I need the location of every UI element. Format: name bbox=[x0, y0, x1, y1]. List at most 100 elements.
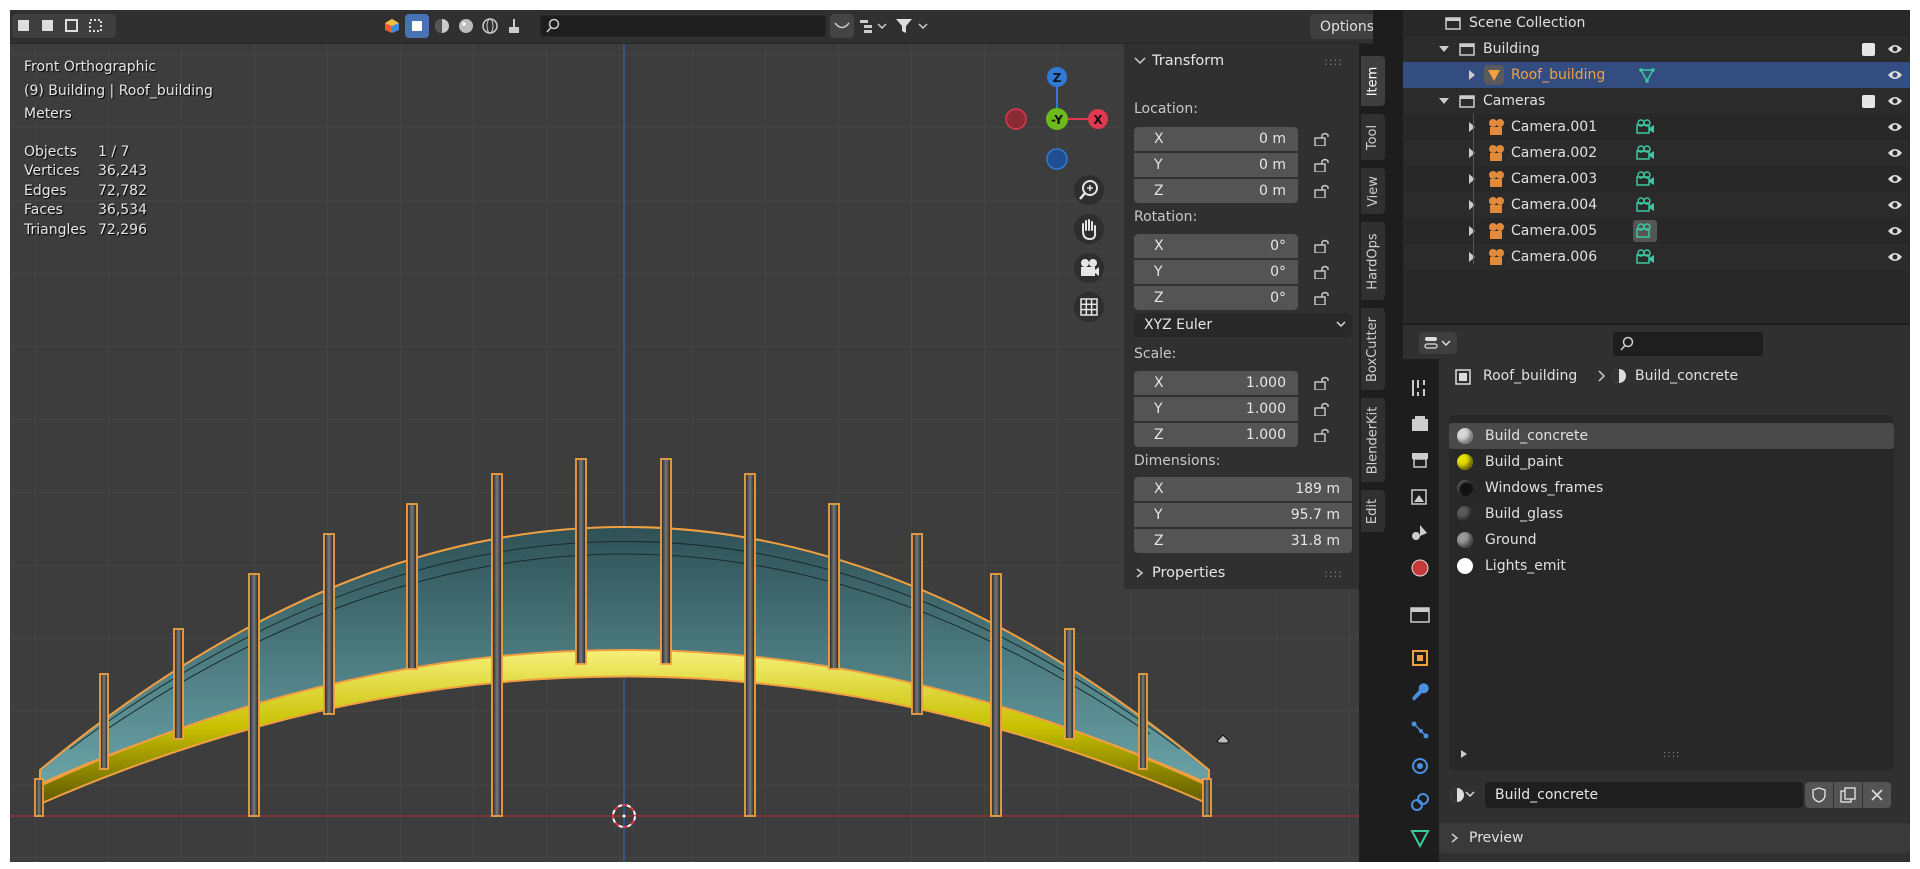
material-browse-button[interactable] bbox=[1449, 782, 1483, 808]
material-slot-build-glass[interactable]: Build_glass bbox=[1449, 501, 1894, 527]
eye-icon[interactable] bbox=[1887, 225, 1903, 237]
rotation-mode-select[interactable]: XYZ Euler bbox=[1134, 313, 1352, 337]
options-button[interactable]: Options bbox=[1310, 14, 1373, 39]
world-icon[interactable] bbox=[1409, 557, 1431, 579]
eye-icon[interactable] bbox=[1887, 199, 1903, 211]
material-slot-list[interactable]: Build_concrete Build_paint Windows_frame… bbox=[1449, 415, 1894, 770]
lock-icon[interactable] bbox=[1314, 265, 1332, 279]
outliner-collection-cameras[interactable]: Cameras bbox=[1403, 88, 1910, 114]
lock-icon[interactable] bbox=[1314, 158, 1332, 172]
lock-icon[interactable] bbox=[1314, 376, 1332, 390]
properties-panel-header[interactable]: Properties :::: bbox=[1124, 558, 1359, 588]
output-icon[interactable] bbox=[1409, 449, 1431, 471]
brush-icon[interactable] bbox=[502, 14, 526, 38]
outliner-collection-building[interactable]: Building bbox=[1403, 36, 1910, 62]
tab-hardops[interactable]: HardOps bbox=[1361, 222, 1385, 300]
lock-icon[interactable] bbox=[1314, 184, 1332, 198]
scale-y-field[interactable]: Y 1.000 bbox=[1134, 397, 1298, 421]
properties-search-input[interactable] bbox=[1613, 332, 1763, 356]
rotation-x-field[interactable]: X 0° bbox=[1134, 234, 1298, 258]
outliner-camera-006[interactable]: Camera.006 bbox=[1403, 244, 1910, 270]
unlink-material-button[interactable] bbox=[1863, 782, 1891, 808]
material-slot-build-paint[interactable]: Build_paint bbox=[1449, 449, 1894, 475]
viewport-shading-color-icon[interactable] bbox=[380, 14, 404, 38]
resize-handle-icon[interactable]: :::: bbox=[1663, 749, 1680, 760]
eye-icon[interactable] bbox=[1887, 69, 1903, 81]
tab-edit[interactable]: Edit bbox=[1361, 490, 1385, 532]
rotation-y-field[interactable]: Y 0° bbox=[1134, 260, 1298, 284]
material-slot-ground[interactable]: Ground bbox=[1449, 527, 1894, 553]
area-separator[interactable] bbox=[1387, 10, 1403, 862]
location-x-field[interactable]: X0 m bbox=[1134, 127, 1298, 151]
rotation-z-field[interactable]: Z 0° bbox=[1134, 286, 1298, 310]
tab-view[interactable]: View bbox=[1361, 168, 1385, 214]
physics-icon[interactable] bbox=[1409, 755, 1431, 777]
shading-solid-button[interactable] bbox=[405, 14, 429, 38]
lock-icon[interactable] bbox=[1314, 239, 1332, 253]
eye-icon[interactable] bbox=[1887, 147, 1903, 159]
checkbox-checked-icon[interactable] bbox=[1862, 94, 1875, 108]
collection-icon[interactable] bbox=[1409, 603, 1431, 625]
transform-panel-header[interactable]: Transform :::: bbox=[1124, 46, 1359, 76]
outliner-scene-collection[interactable]: Scene Collection bbox=[1403, 10, 1910, 36]
constraints-icon[interactable] bbox=[1409, 791, 1431, 813]
selection-mode-group[interactable] bbox=[12, 14, 116, 38]
eye-icon[interactable] bbox=[1887, 173, 1903, 185]
tab-blenderkit[interactable]: BlenderKit bbox=[1361, 398, 1385, 482]
outliner-camera-003[interactable]: Camera.003 bbox=[1403, 166, 1910, 192]
lock-icon[interactable] bbox=[1314, 428, 1332, 442]
modifier-wrench-icon[interactable] bbox=[1409, 683, 1431, 705]
shading-rendered-icon[interactable] bbox=[454, 14, 478, 38]
lock-icon[interactable] bbox=[1314, 132, 1332, 146]
curve-falloff-icon[interactable] bbox=[830, 14, 854, 38]
view-layer-icon[interactable] bbox=[1409, 485, 1431, 507]
material-slot-windows-frames[interactable]: Windows_frames bbox=[1449, 475, 1894, 501]
material-slot-build-concrete[interactable]: Build_concrete bbox=[1449, 423, 1894, 449]
duplicate-material-button[interactable] bbox=[1834, 782, 1862, 808]
hierarchy-icon[interactable] bbox=[856, 14, 890, 38]
dimensions-x-field[interactable]: X 189 m bbox=[1134, 477, 1352, 501]
scale-x-field[interactable]: X 1.000 bbox=[1134, 371, 1298, 395]
material-name-field[interactable]: Build_concrete bbox=[1485, 782, 1803, 808]
lock-icon[interactable] bbox=[1314, 402, 1332, 416]
checkbox-checked-icon[interactable] bbox=[1862, 42, 1875, 56]
dimensions-y-field[interactable]: Y 95.7 m bbox=[1134, 503, 1352, 527]
zoom-button[interactable] bbox=[1074, 175, 1104, 205]
ortho-toggle-button[interactable] bbox=[1074, 292, 1104, 322]
scene-icon[interactable] bbox=[1409, 521, 1431, 543]
camera-view-button[interactable] bbox=[1074, 253, 1104, 283]
shading-material-icon[interactable] bbox=[430, 14, 454, 38]
tab-tool[interactable]: Tool bbox=[1361, 114, 1385, 160]
viewport-search-input[interactable] bbox=[540, 15, 826, 37]
filter-icon[interactable] bbox=[892, 14, 932, 38]
outliner-camera-001[interactable]: Camera.001 bbox=[1403, 114, 1910, 140]
tab-boxcutter[interactable]: BoxCutter bbox=[1361, 308, 1385, 390]
pan-button[interactable] bbox=[1074, 214, 1104, 244]
mesh-data-icon[interactable] bbox=[1409, 827, 1431, 849]
tab-item[interactable]: Item bbox=[1361, 56, 1385, 106]
particles-icon[interactable] bbox=[1409, 719, 1431, 741]
location-z-field[interactable]: Z0 m bbox=[1134, 179, 1298, 203]
render-icon[interactable] bbox=[1409, 413, 1431, 435]
globe-icon[interactable] bbox=[478, 14, 502, 38]
object-icon[interactable] bbox=[1409, 647, 1431, 669]
dimensions-z-field[interactable]: Z 31.8 m bbox=[1134, 529, 1352, 553]
outliner-camera-002[interactable]: Camera.002 bbox=[1403, 140, 1910, 166]
3d-viewport[interactable]: Options Front Orthographic (9) Building … bbox=[10, 10, 1373, 862]
tool-settings-icon[interactable] bbox=[1409, 377, 1431, 399]
eye-icon[interactable] bbox=[1887, 121, 1903, 133]
location-y-field[interactable]: Y0 m bbox=[1134, 153, 1298, 177]
navigation-gizmo[interactable]: Z X -Y bbox=[990, 55, 1130, 175]
outliner-object-roof-building[interactable]: Roof_building bbox=[1403, 62, 1910, 88]
eye-icon[interactable] bbox=[1887, 43, 1903, 55]
breadcrumb-object[interactable]: Roof_building bbox=[1483, 368, 1577, 384]
material-slot-lights-emit[interactable]: Lights_emit bbox=[1449, 553, 1894, 579]
eye-icon[interactable] bbox=[1887, 95, 1903, 107]
breadcrumb-material[interactable]: Build_concrete bbox=[1635, 368, 1738, 384]
eye-icon[interactable] bbox=[1887, 251, 1903, 263]
preview-panel-header[interactable]: Preview bbox=[1439, 823, 1910, 853]
fake-user-button[interactable] bbox=[1805, 782, 1833, 808]
lock-icon[interactable] bbox=[1314, 291, 1332, 305]
outliner-camera-004[interactable]: Camera.004 bbox=[1403, 192, 1910, 218]
outliner-camera-005[interactable]: Camera.005 bbox=[1403, 218, 1910, 244]
